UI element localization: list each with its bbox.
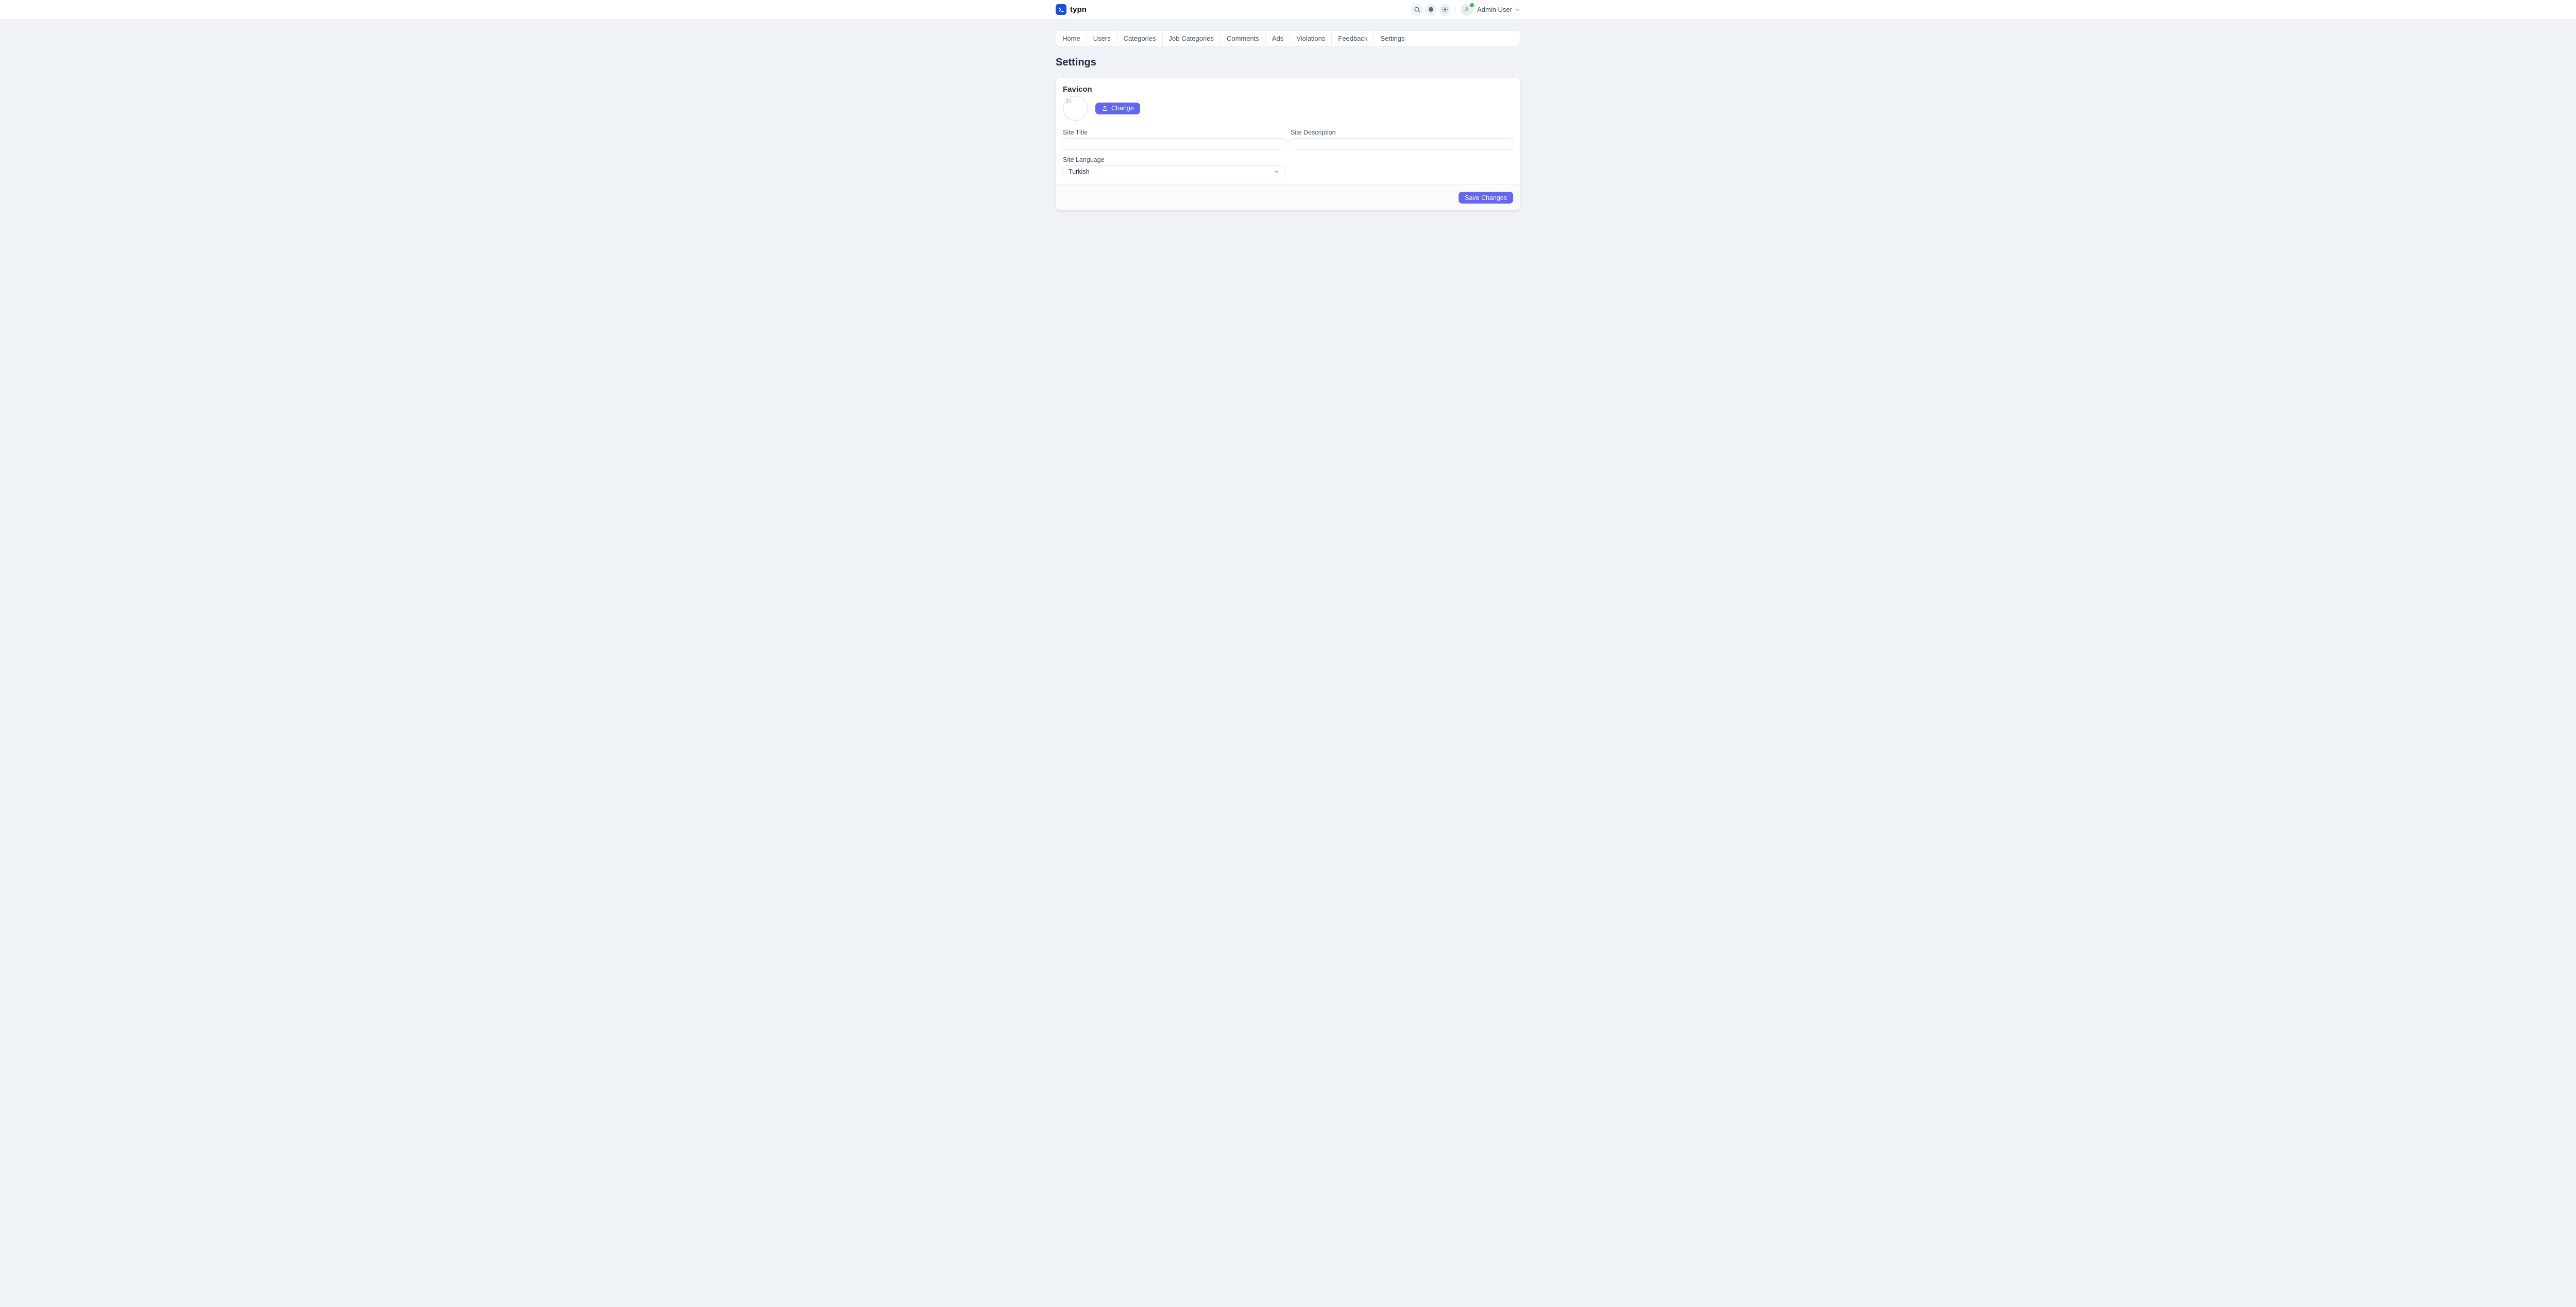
avatar: A xyxy=(1461,4,1473,16)
site-language-field: Site Language Turkish xyxy=(1063,156,1285,177)
user-menu[interactable]: A Admin User xyxy=(1461,4,1520,16)
broken-image-icon xyxy=(1065,98,1072,104)
online-status-dot xyxy=(1470,3,1474,7)
card-footer: Save Changes xyxy=(1056,185,1520,210)
site-title-label: Site Title xyxy=(1063,129,1285,136)
search-icon xyxy=(1414,6,1420,13)
site-description-input[interactable] xyxy=(1291,138,1513,150)
change-favicon-button[interactable]: Change xyxy=(1095,103,1140,114)
site-description-label: Site Description xyxy=(1291,129,1513,136)
main-content: Home Users Categories Job Categories Com… xyxy=(1056,30,1520,210)
nav-item-categories[interactable]: Categories xyxy=(1117,31,1163,46)
nav-item-ads[interactable]: Ads xyxy=(1266,31,1290,46)
main-nav: Home Users Categories Job Categories Com… xyxy=(1056,30,1520,46)
site-language-label: Site Language xyxy=(1063,156,1285,163)
sun-icon xyxy=(1442,6,1448,13)
save-changes-button[interactable]: Save Changes xyxy=(1459,192,1513,204)
header-divider xyxy=(1455,6,1456,14)
nav-item-settings[interactable]: Settings xyxy=(1374,31,1411,46)
page-title: Settings xyxy=(1056,57,1520,69)
settings-card: Favicon xyxy=(1056,78,1520,210)
nav-item-violations[interactable]: Violations xyxy=(1290,31,1332,46)
chevron-down-icon xyxy=(1514,7,1520,13)
upload-icon xyxy=(1101,105,1108,112)
favicon-section-title: Favicon xyxy=(1063,85,1513,94)
nav-item-comments[interactable]: Comments xyxy=(1221,31,1266,46)
site-language-select[interactable]: Turkish xyxy=(1063,165,1285,177)
user-name: Admin User xyxy=(1477,6,1512,13)
bell-icon xyxy=(1428,6,1434,13)
site-language-value: Turkish xyxy=(1069,168,1090,175)
save-changes-label: Save Changes xyxy=(1465,194,1507,202)
nav-item-job-categories[interactable]: Job Categories xyxy=(1163,31,1221,46)
search-button[interactable] xyxy=(1411,4,1423,16)
brand[interactable]: typn xyxy=(1056,4,1087,15)
favicon-image-preview xyxy=(1063,96,1088,121)
site-description-field: Site Description xyxy=(1291,129,1513,150)
terminal-logo-icon xyxy=(1056,4,1066,15)
nav-item-feedback[interactable]: Feedback xyxy=(1332,31,1374,46)
notifications-button[interactable] xyxy=(1425,4,1437,16)
select-chevron-down-icon xyxy=(1274,169,1280,175)
nav-item-users[interactable]: Users xyxy=(1087,31,1117,46)
site-title-field: Site Title xyxy=(1063,129,1285,150)
avatar-initial: A xyxy=(1465,7,1469,13)
site-title-input[interactable] xyxy=(1063,138,1285,150)
nav-item-home[interactable]: Home xyxy=(1056,31,1087,46)
theme-toggle-button[interactable] xyxy=(1438,4,1451,16)
change-favicon-label: Change xyxy=(1111,105,1134,112)
brand-name: typn xyxy=(1070,5,1087,14)
app-header: typn xyxy=(0,0,2576,20)
